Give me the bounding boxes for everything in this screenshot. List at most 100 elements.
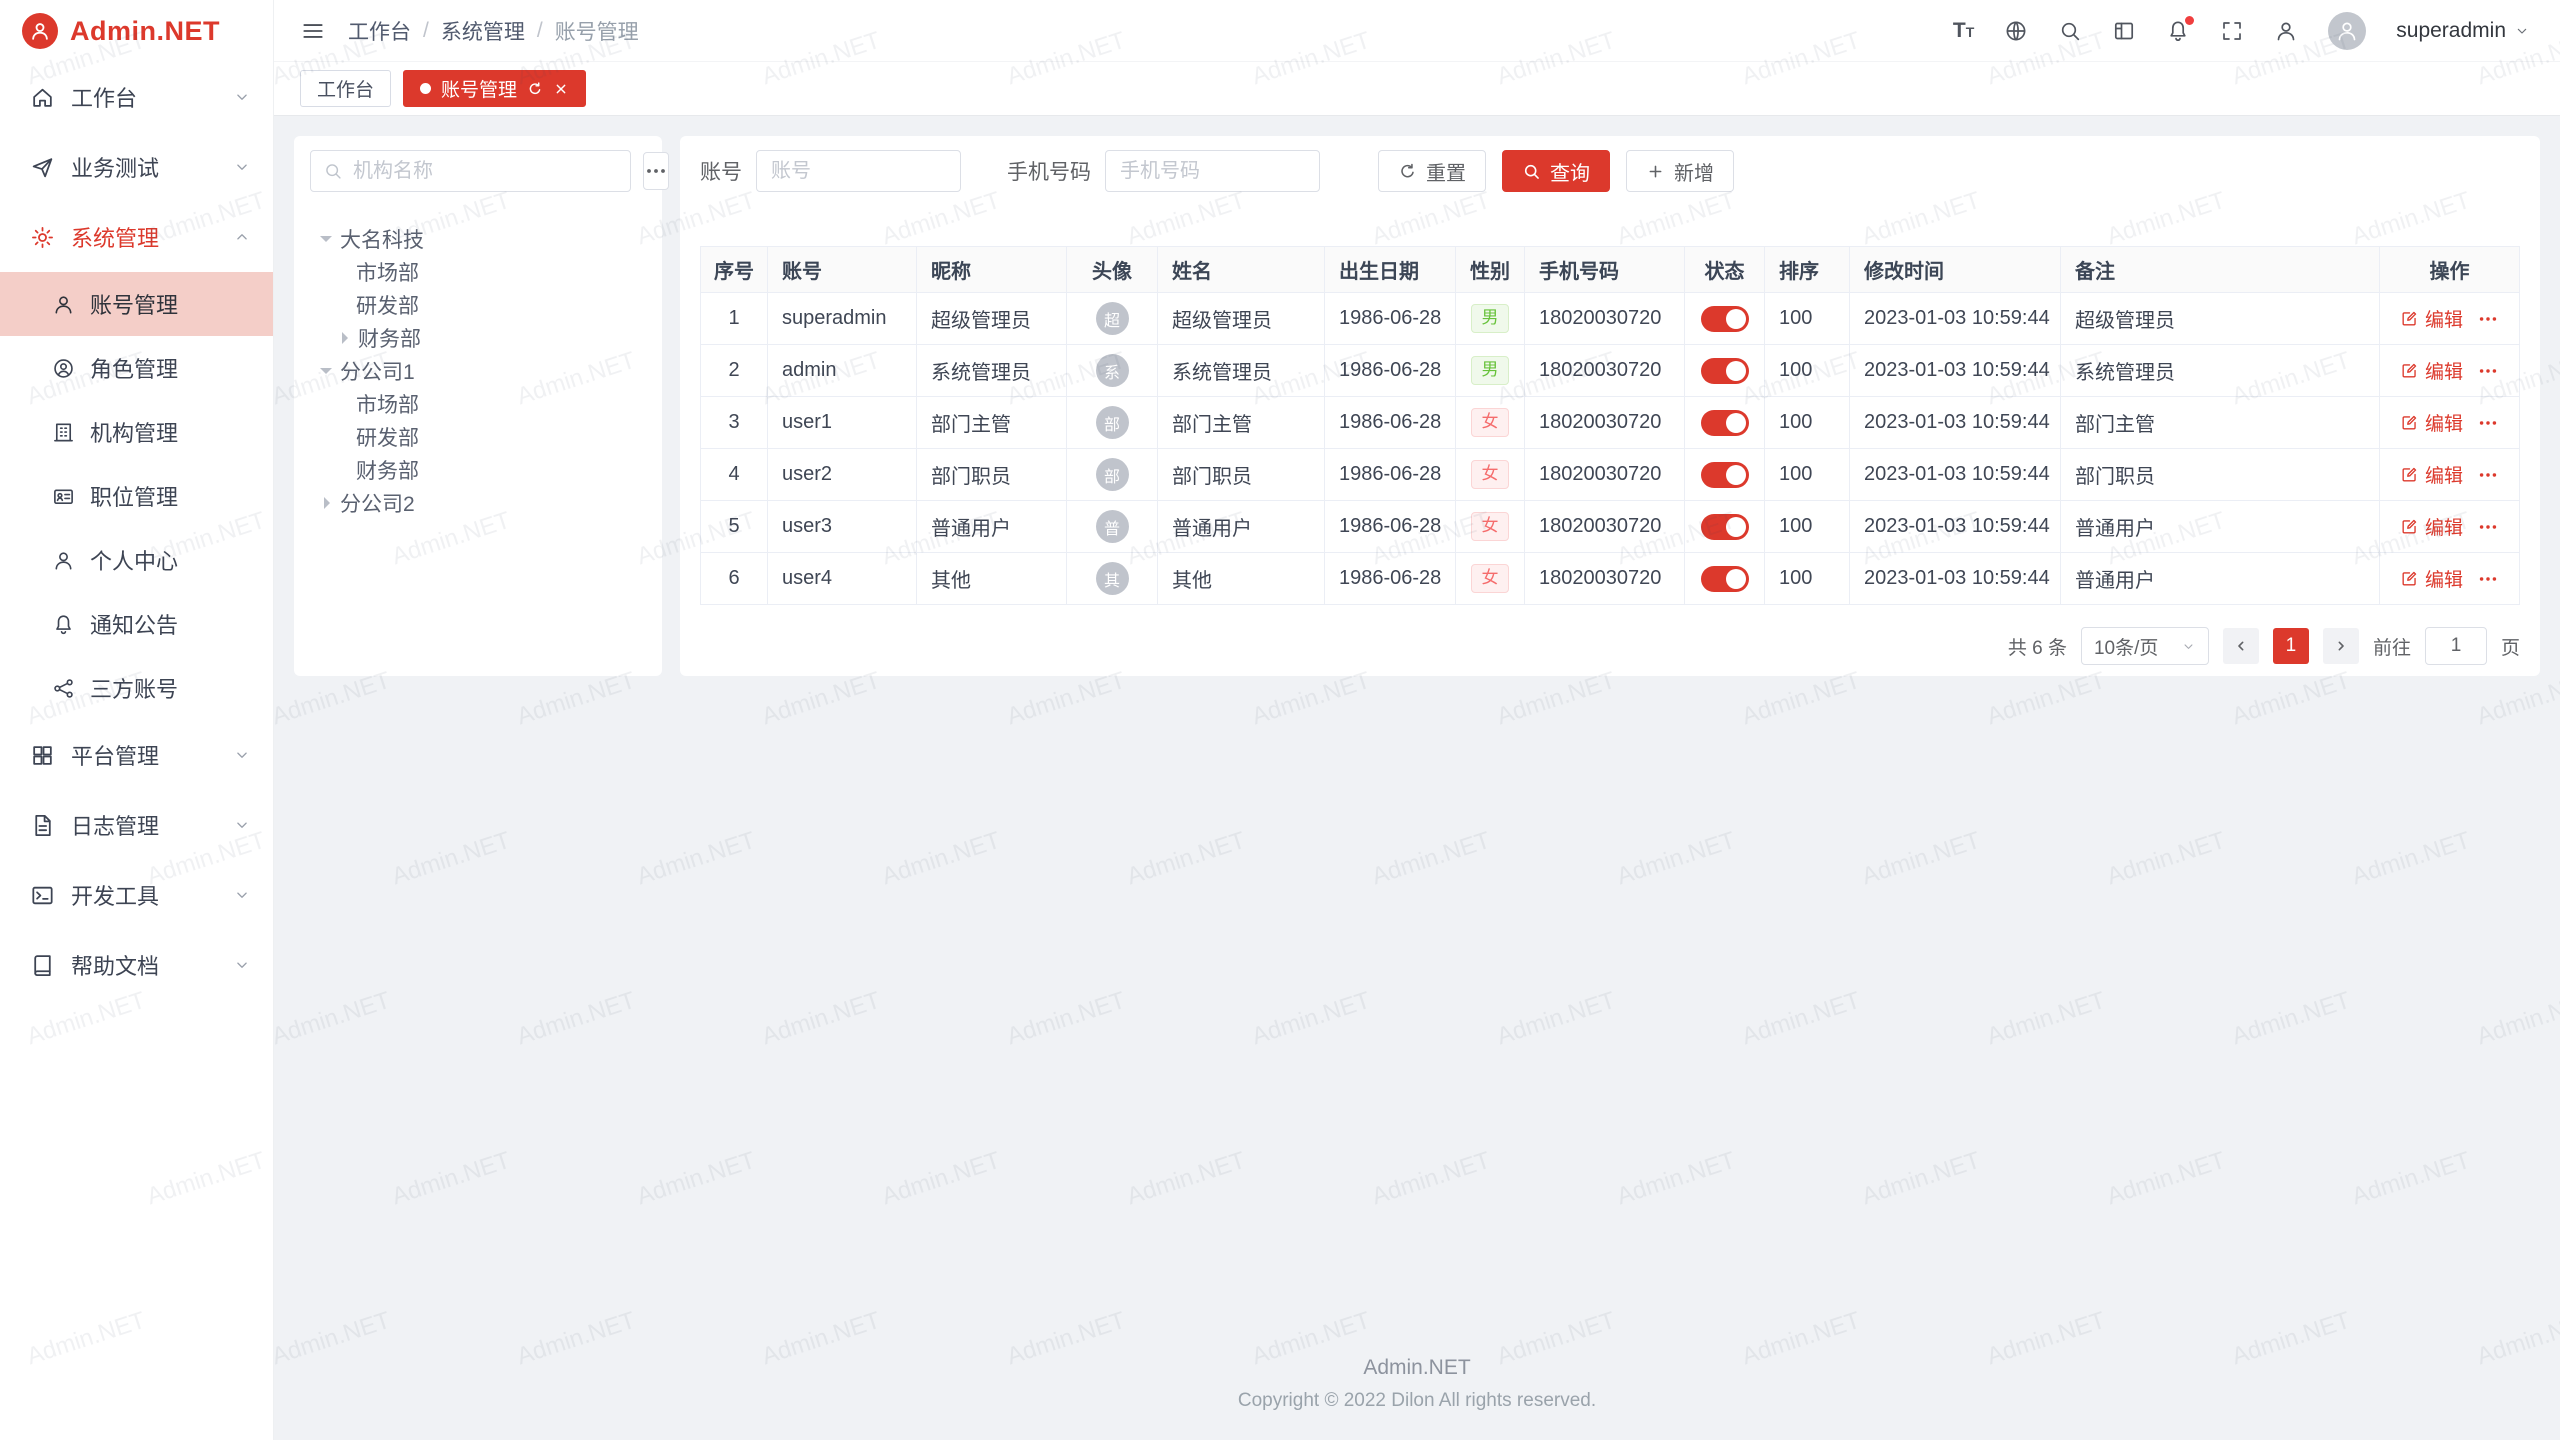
more-actions-button[interactable]: [2477, 516, 2499, 538]
more-actions-button[interactable]: [2477, 464, 2499, 486]
org-panel: 大名科技 市场部 研发部 财务部 分公司1: [294, 136, 662, 676]
sidebar-item-system-manage[interactable]: 系统管理: [0, 202, 273, 272]
edit-button[interactable]: 编辑: [2400, 357, 2463, 384]
caret-expanded-icon[interactable]: [320, 236, 332, 248]
tree-node[interactable]: 市场部: [310, 255, 646, 288]
col-remark: 备注: [2061, 247, 2380, 293]
search-button[interactable]: 查询: [1502, 150, 1610, 192]
account-input[interactable]: [756, 150, 961, 192]
cell-modified: 2023-01-03 10:59:44: [1850, 293, 2061, 345]
edit-button[interactable]: 编辑: [2400, 513, 2463, 540]
user-icon: [52, 293, 75, 316]
sidebar-item-workbench[interactable]: 工作台: [0, 62, 273, 132]
tab-account-manage[interactable]: 账号管理: [403, 70, 586, 107]
font-size-icon[interactable]: TT: [1953, 20, 1974, 41]
more-actions-button[interactable]: [2477, 360, 2499, 382]
cell-seq: 3: [701, 397, 768, 449]
refresh-icon[interactable]: [527, 81, 543, 97]
hamburger-icon[interactable]: [300, 18, 326, 44]
caret-collapsed-icon[interactable]: [324, 497, 336, 509]
status-toggle[interactable]: [1701, 566, 1749, 592]
edit-button[interactable]: 编辑: [2400, 409, 2463, 436]
status-toggle[interactable]: [1701, 462, 1749, 488]
tab-workbench[interactable]: 工作台: [300, 70, 391, 107]
phone-input[interactable]: [1105, 150, 1320, 192]
tree-node[interactable]: 财务部: [310, 321, 646, 354]
search-icon[interactable]: [2058, 19, 2082, 43]
sidebar-item-role-manage[interactable]: 角色管理: [0, 336, 273, 400]
org-more-button[interactable]: [643, 152, 669, 190]
next-page-button[interactable]: [2323, 628, 2359, 664]
more-dots-icon: [2477, 516, 2499, 538]
sidebar-item-dev-tools[interactable]: 开发工具: [0, 860, 273, 930]
cell-account: user2: [768, 449, 917, 501]
sidebar-item-personal-center[interactable]: 个人中心: [0, 528, 273, 592]
book-icon: [30, 953, 55, 978]
page-number-button[interactable]: 1: [2273, 628, 2309, 664]
tree-node[interactable]: 研发部: [310, 420, 646, 453]
status-toggle[interactable]: [1701, 306, 1749, 332]
tree-node[interactable]: 财务部: [310, 453, 646, 486]
col-modified: 修改时间: [1850, 247, 2061, 293]
tab-label: 工作台: [317, 75, 374, 102]
add-button[interactable]: 新增: [1626, 150, 1734, 192]
user-outline-icon[interactable]: [2274, 19, 2298, 43]
fullscreen-icon[interactable]: [2220, 19, 2244, 43]
more-actions-button[interactable]: [2477, 568, 2499, 590]
sidebar-item-platform-manage[interactable]: 平台管理: [0, 720, 273, 790]
logo-icon: [22, 13, 58, 49]
sidebar-item-notice[interactable]: 通知公告: [0, 592, 273, 656]
edit-button[interactable]: 编辑: [2400, 565, 2463, 592]
person-icon: [52, 549, 75, 572]
prev-page-button[interactable]: [2223, 628, 2259, 664]
cell-name: 系统管理员: [1158, 345, 1325, 397]
sidebar-item-account-manage[interactable]: 账号管理: [0, 272, 273, 336]
goto-page-input[interactable]: [2425, 627, 2487, 665]
gender-badge: 女: [1471, 512, 1509, 540]
more-actions-button[interactable]: [2477, 308, 2499, 330]
row-avatar: 其: [1096, 562, 1129, 595]
tree-node[interactable]: 大名科技: [310, 222, 646, 255]
edit-button[interactable]: 编辑: [2400, 461, 2463, 488]
logo[interactable]: Admin.NET: [0, 0, 273, 62]
cell-phone: 18020030720: [1525, 449, 1685, 501]
sidebar-item-label: 个人中心: [90, 544, 178, 576]
language-icon[interactable]: [2004, 19, 2028, 43]
org-search-input[interactable]: [353, 160, 618, 183]
edit-button[interactable]: 编辑: [2400, 305, 2463, 332]
accounts-panel: 账号 手机号码 重置 查询 新增: [680, 136, 2540, 676]
tree-node[interactable]: 分公司1: [310, 354, 646, 387]
tree-node[interactable]: 分公司2: [310, 486, 646, 519]
sidebar-item-business-test[interactable]: 业务测试: [0, 132, 273, 202]
chevron-right-icon: [2333, 638, 2349, 654]
user-menu[interactable]: superadmin: [2396, 19, 2530, 43]
tree-node-label: 市场部: [356, 389, 419, 419]
caret-expanded-icon[interactable]: [320, 368, 332, 380]
sidebar-item-third-party-account[interactable]: 三方账号: [0, 656, 273, 720]
sidebar-item-position-manage[interactable]: 职位管理: [0, 464, 273, 528]
status-toggle[interactable]: [1701, 514, 1749, 540]
status-toggle[interactable]: [1701, 410, 1749, 436]
breadcrumb-item[interactable]: 工作台: [348, 16, 411, 46]
more-actions-button[interactable]: [2477, 412, 2499, 434]
close-icon[interactable]: [553, 81, 569, 97]
tree-node[interactable]: 研发部: [310, 288, 646, 321]
cell-nickname: 其他: [917, 553, 1067, 605]
layout-theme-icon[interactable]: [2112, 19, 2136, 43]
page-size-select[interactable]: 10条/页: [2081, 627, 2209, 665]
sidebar-item-org-manage[interactable]: 机构管理: [0, 400, 273, 464]
sidebar-item-log-manage[interactable]: 日志管理: [0, 790, 273, 860]
sidebar-item-label: 日志管理: [71, 809, 159, 841]
status-toggle[interactable]: [1701, 358, 1749, 384]
breadcrumb-item[interactable]: 系统管理: [441, 16, 525, 46]
cell-modified: 2023-01-03 10:59:44: [1850, 397, 2061, 449]
tree-node[interactable]: 市场部: [310, 387, 646, 420]
cell-remark: 部门职员: [2061, 449, 2380, 501]
avatar[interactable]: [2328, 12, 2366, 50]
caret-collapsed-icon[interactable]: [342, 332, 354, 344]
reset-button[interactable]: 重置: [1378, 150, 1486, 192]
sidebar-item-help-docs[interactable]: 帮助文档: [0, 930, 273, 1000]
home-icon: [30, 85, 55, 110]
notifications-button[interactable]: [2166, 19, 2190, 43]
footer: Admin.NET Copyright © 2022 Dilon All rig…: [274, 1338, 2560, 1440]
